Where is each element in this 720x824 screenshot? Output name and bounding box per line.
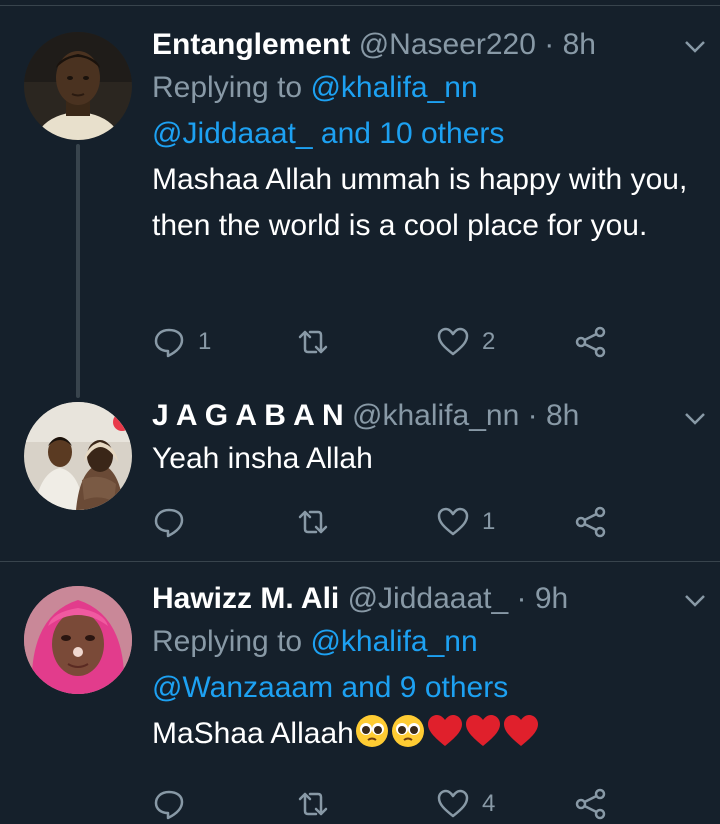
timestamp[interactable]: 8h <box>563 28 596 61</box>
red-heart-emoji-icon <box>465 715 500 746</box>
replying-label: Replying to <box>152 71 303 104</box>
like-button[interactable]: 1 <box>436 502 495 542</box>
tweet-text: MaShaa Allaah <box>152 717 354 750</box>
chevron-down-icon[interactable] <box>684 40 706 54</box>
like-count: 2 <box>482 328 496 355</box>
tweet-header: Hawizz M. Ali @Jiddaaat_ · 9h <box>152 579 700 619</box>
separator-dot: · <box>544 28 555 61</box>
replying-to: Replying to @khalifa_nn <box>152 65 700 111</box>
red-heart-emoji-icon <box>503 715 538 746</box>
tweet-text: Mashaa Allah ummah is happy with you, th… <box>152 163 688 242</box>
reply-icon <box>154 508 184 538</box>
avatar[interactable] <box>24 402 132 510</box>
pleading-face-emoji-icon <box>391 715 424 747</box>
share-button[interactable] <box>574 502 608 542</box>
retweet-icon <box>298 792 328 816</box>
heart-icon <box>437 327 469 356</box>
share-icon <box>575 506 606 538</box>
reply-count: 1 <box>198 328 212 355</box>
chevron-down-icon[interactable] <box>684 412 706 426</box>
red-heart-emoji-icon <box>427 715 462 746</box>
tweet-header: J A G A B A N @khalifa_nn · 8h <box>152 396 700 436</box>
mention-link[interactable]: @khalifa_nn <box>310 625 477 658</box>
reply-icon <box>154 790 184 820</box>
replying-to: Replying to @khalifa_nn <box>152 619 700 665</box>
share-icon <box>575 788 606 820</box>
timestamp[interactable]: 9h <box>535 582 568 615</box>
pleading-face-emoji-icon <box>355 715 388 747</box>
chevron-down-icon[interactable] <box>684 594 706 608</box>
tweet-entanglement[interactable]: Entanglement @Naseer220 · 8h Replying to… <box>0 0 720 400</box>
share-icon <box>575 326 606 358</box>
user-handle[interactable]: @Jiddaaat_ <box>348 582 509 615</box>
reply-button[interactable] <box>152 784 186 824</box>
avatar[interactable] <box>24 32 132 140</box>
like-count: 4 <box>482 790 496 817</box>
tweet-text-row: MaShaa Allaah <box>152 711 700 757</box>
like-count: 1 <box>482 508 496 535</box>
tweet-header: Entanglement @Naseer220 · 8h <box>152 25 700 65</box>
replying-to-others: @Jiddaaat_ and 10 others <box>152 111 700 157</box>
mention-others-link[interactable]: @Wanzaaam and 9 others <box>152 671 508 704</box>
replying-label: Replying to <box>152 625 303 658</box>
reply-button[interactable] <box>152 502 186 542</box>
heart-icon <box>437 789 469 818</box>
retweet-button[interactable] <box>296 784 330 824</box>
thread-line <box>76 144 80 398</box>
timestamp[interactable]: 8h <box>546 399 579 432</box>
replying-to-others: @Wanzaaam and 9 others <box>152 665 700 711</box>
user-handle[interactable]: @khalifa_nn <box>352 399 519 432</box>
user-handle[interactable]: @Naseer220 <box>359 28 536 61</box>
avatar[interactable] <box>24 586 132 694</box>
retweet-icon <box>298 510 328 534</box>
display-name[interactable]: J A G A B A N <box>152 399 344 432</box>
separator-dot: · <box>516 582 527 615</box>
reply-icon <box>154 328 184 358</box>
retweet-button[interactable] <box>296 322 330 362</box>
display-name[interactable]: Hawizz M. Ali <box>152 582 339 615</box>
tweet-hawizz[interactable]: Hawizz M. Ali @Jiddaaat_ · 9h Replying t… <box>0 562 720 820</box>
tweet-text: Yeah insha Allah <box>152 442 373 475</box>
like-button[interactable]: 2 <box>436 322 495 362</box>
share-button[interactable] <box>574 322 608 362</box>
like-button[interactable]: 4 <box>436 784 495 824</box>
separator-dot: · <box>527 399 538 432</box>
mention-others-link[interactable]: @Jiddaaat_ and 10 others <box>152 117 504 150</box>
retweet-button[interactable] <box>296 502 330 542</box>
retweet-icon <box>298 330 328 354</box>
reply-button[interactable]: 1 <box>152 322 211 362</box>
tweet-jagaban[interactable]: J A G A B A N @khalifa_nn · 8h Yeah insh… <box>0 390 720 560</box>
heart-icon <box>437 507 469 536</box>
display-name[interactable]: Entanglement <box>152 28 350 61</box>
mention-link[interactable]: @khalifa_nn <box>310 71 477 104</box>
share-button[interactable] <box>574 784 608 824</box>
